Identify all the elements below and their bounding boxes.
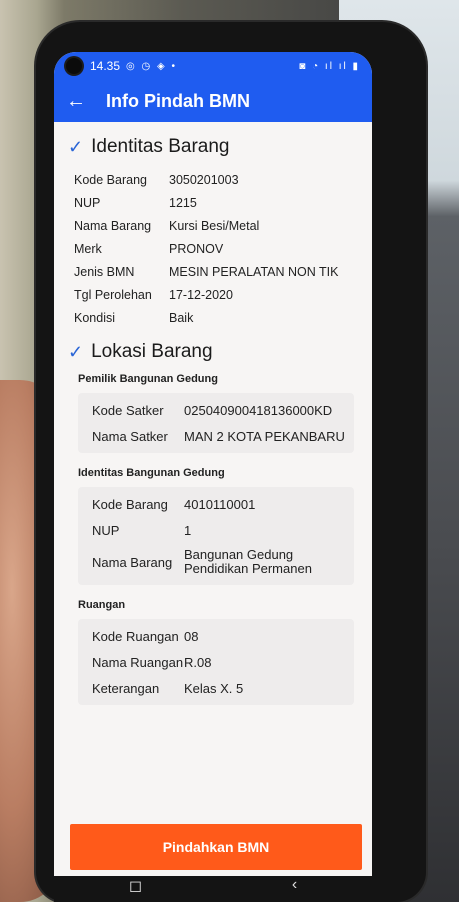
info-row: Kondisi Baik	[64, 306, 362, 329]
identitas-barang-list: Kode Barang 3050201003 NUP 1215 Nama Baran…	[64, 168, 362, 329]
row-value: 4010110001	[184, 496, 256, 512]
back-nav-icon[interactable]: ‹	[292, 876, 297, 894]
bangunan-card: Kode Barang 4010110001 NUP 1 Nama Barang Ba…	[78, 487, 354, 585]
system-nav-bar: ◻ ‹	[54, 876, 372, 902]
row-label: Kode Barang	[92, 496, 168, 512]
row-value: PRONOV	[169, 241, 224, 256]
row-value: 1215	[169, 195, 197, 210]
row-label: NUP	[92, 522, 120, 538]
info-row: Tgl Perolehan 17-12-2020	[64, 283, 362, 306]
system-icons: ◙ ◔ ıl ıl ▮	[299, 60, 360, 72]
info-row: NUP 1215	[64, 191, 362, 214]
status-bar: 14.35 ◎ ◷ ◈ • ◙ ◔ ıl ıl ▮	[54, 52, 372, 80]
home-icon[interactable]: ◻	[129, 876, 142, 896]
row-label: Nama Satker	[92, 428, 168, 444]
row-label: Nama Ruangan	[92, 654, 184, 670]
info-row: Nama Barang Bangunan Gedung Pendidikan Pe…	[86, 543, 346, 581]
info-row: Nama Barang Kursi Besi/Metal	[64, 214, 362, 237]
row-label: Merk	[74, 241, 102, 256]
row-value: MESIN PERALATAN NON TIK	[169, 264, 339, 279]
info-row: Kode Satker 025040900418136000KD	[86, 397, 346, 423]
back-arrow-icon[interactable]: ←	[66, 90, 94, 113]
status-time: 14.35	[90, 59, 121, 73]
check-icon: ✓	[68, 341, 84, 362]
row-value: 025040900418136000KD	[184, 402, 333, 418]
row-value: Bangunan Gedung Pendidikan Permanen	[184, 547, 312, 576]
notification-icons: ◎ ◷ ◈ •	[126, 60, 178, 72]
row-value: 3050201003	[169, 172, 239, 187]
section-identitas-barang: ✓ Identitas Barang	[68, 136, 362, 158]
check-icon: ✓	[68, 136, 84, 157]
info-row: Merk PRONOV	[64, 237, 362, 260]
subsection-title: Pemilik Bangunan Gedung	[78, 373, 218, 385]
row-label: Kondisi	[74, 310, 115, 325]
info-row: Jenis BMN MESIN PERALATAN NON TIK	[64, 260, 362, 283]
info-row: Kode Ruangan 08	[86, 623, 346, 649]
row-label: Kode Satker	[92, 402, 164, 418]
row-value: Kursi Besi/Metal	[169, 218, 260, 233]
phone-screen: 14.35 ◎ ◷ ◈ • ◙ ◔ ıl ıl ▮ ← Info Pindah …	[54, 52, 372, 902]
subsection-title: Ruangan	[78, 599, 126, 611]
row-label: NUP	[74, 195, 101, 210]
row-value: Kelas X. 5	[184, 680, 244, 696]
subsection-title: Identitas Bangunan Gedung	[78, 467, 225, 479]
info-row: Nama Ruangan R.08	[86, 649, 346, 675]
section-title: Identitas Barang	[91, 136, 230, 157]
row-label: Jenis BMN	[74, 264, 135, 279]
row-label: Kode Ruangan	[92, 628, 179, 644]
info-row: NUP 1	[86, 517, 346, 543]
pemilik-card: Kode Satker 025040900418136000KD Nama Sat…	[78, 393, 354, 453]
pindahkan-bmn-button[interactable]: Pindahkan BMN	[70, 824, 362, 870]
info-row: Kode Barang 4010110001	[86, 491, 346, 517]
row-label: Nama Barang	[92, 554, 173, 570]
row-value: 1	[184, 522, 192, 538]
row-value: 17-12-2020	[169, 287, 233, 302]
row-value: Baik	[169, 310, 194, 325]
row-label: Tgl Perolehan	[74, 287, 152, 302]
row-value: MAN 2 KOTA PEKANBARU	[184, 428, 345, 444]
section-lokasi-barang: ✓ Lokasi Barang	[68, 341, 362, 363]
ruangan-card: Kode Ruangan 08 Nama Ruangan R.08 Keterang…	[78, 619, 354, 705]
row-value: 08	[184, 628, 199, 644]
page-title: Info Pindah BMN	[106, 90, 250, 111]
row-label: Kode Barang	[74, 172, 147, 187]
info-row: Kode Barang 3050201003	[64, 168, 362, 191]
content: ✓ Identitas Barang Kode Barang 3050201003…	[54, 122, 372, 902]
row-label: Keterangan	[92, 680, 160, 696]
info-row: Keterangan Kelas X. 5	[86, 675, 346, 701]
camera-icon	[66, 58, 82, 74]
row-value: R.08	[184, 654, 212, 670]
info-row: Nama Satker MAN 2 KOTA PEKANBARU	[86, 423, 346, 449]
section-title: Lokasi Barang	[91, 341, 213, 362]
row-label: Nama Barang	[74, 218, 152, 233]
app-bar: ← Info Pindah BMN	[54, 80, 372, 122]
